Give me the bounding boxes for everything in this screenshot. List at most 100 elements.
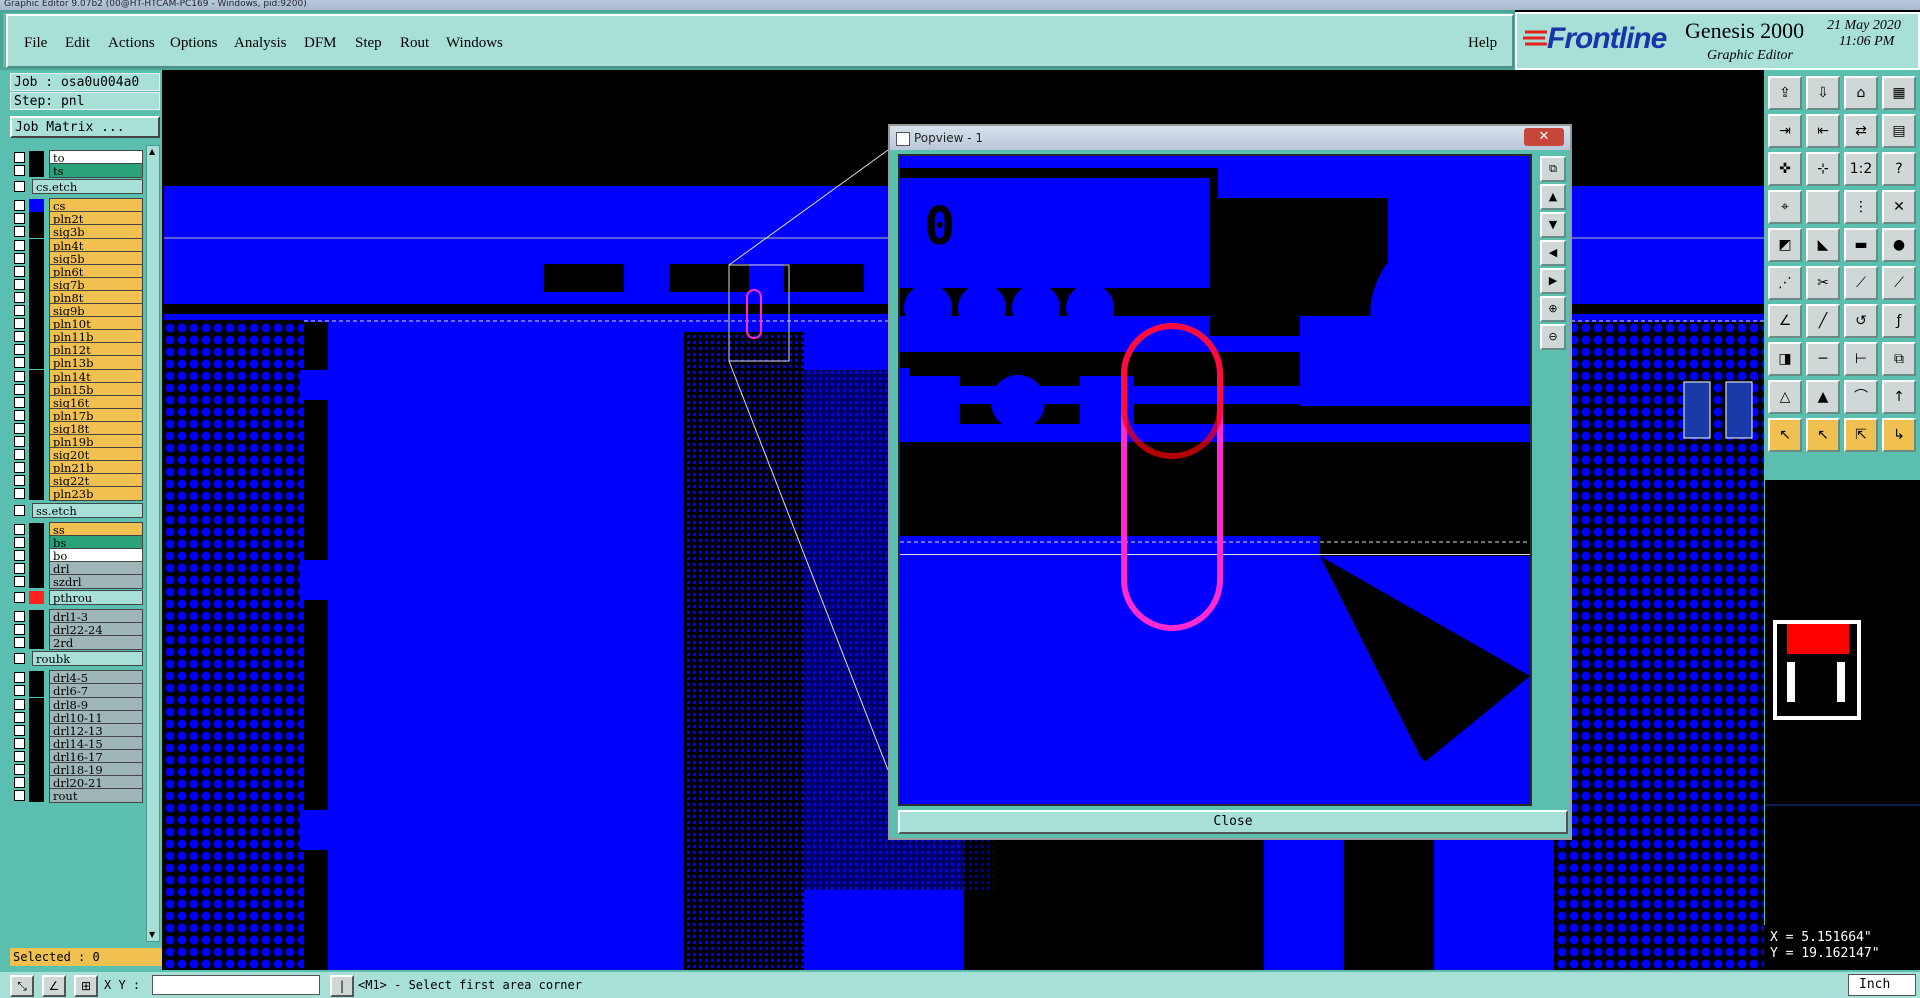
layer-color-swatch[interactable]	[29, 474, 44, 488]
zoom-fit-icon[interactable]: ⧉	[1540, 156, 1566, 182]
select-box-icon[interactable]: ⇱	[1844, 418, 1878, 452]
layer-color-swatch[interactable]	[29, 448, 44, 462]
layer-checkbox[interactable]	[14, 436, 25, 447]
layer-row[interactable]: szdrl	[12, 573, 146, 589]
zoom-home-icon[interactable]: ✜	[1768, 152, 1802, 186]
layer-color-swatch[interactable]	[29, 164, 44, 178]
layer-checkbox[interactable]	[14, 422, 25, 434]
xy-input[interactable]	[152, 975, 320, 995]
layer-color-swatch[interactable]	[29, 561, 44, 575]
layer-checkbox[interactable]	[14, 331, 25, 343]
connect-icon[interactable]: ⟋	[1844, 266, 1878, 300]
layer-checkbox[interactable]	[14, 383, 25, 395]
layer-row[interactable]: pln23b	[12, 486, 146, 502]
layer-name[interactable]: roubk	[32, 651, 143, 667]
layer-name[interactable]: pthrou	[49, 590, 143, 605]
scale-icon[interactable]: 1:2	[1844, 152, 1878, 186]
layer-checkbox[interactable]	[14, 653, 25, 665]
layer-color-swatch[interactable]	[29, 749, 44, 763]
layer-row[interactable]: roubk	[12, 651, 146, 667]
menu-analysis[interactable]: Analysis	[234, 35, 287, 52]
arc-icon[interactable]: ⌒	[1844, 380, 1878, 414]
close-icon[interactable]: ✕	[1524, 128, 1564, 146]
layer-color-swatch[interactable]	[29, 251, 44, 265]
layer-checkbox[interactable]	[14, 777, 25, 789]
cut-icon[interactable]: ✂	[1806, 266, 1840, 300]
layer-color-swatch[interactable]	[29, 317, 44, 331]
layer-checkbox[interactable]	[14, 685, 25, 697]
layer-color-swatch[interactable]	[29, 408, 44, 422]
layer-checkbox[interactable]	[14, 549, 25, 561]
move-in-icon[interactable]: ⇥	[1768, 114, 1802, 148]
cursor-mode-icon[interactable]: |	[330, 975, 354, 997]
layer-checkbox[interactable]	[14, 213, 25, 225]
layer-color-swatch[interactable]	[29, 304, 44, 317]
layer-checkbox[interactable]	[14, 575, 25, 587]
layer-checkbox[interactable]	[14, 711, 25, 723]
menu-help[interactable]: Help	[1468, 35, 1497, 52]
layer-color-swatch[interactable]	[29, 421, 44, 435]
layer-checkbox[interactable]	[14, 265, 25, 277]
snap-pointer-icon[interactable]: ↳	[1882, 418, 1916, 452]
popview-canvas[interactable]: 0	[898, 154, 1532, 806]
layer-checkbox[interactable]	[14, 181, 25, 193]
layer-checkbox[interactable]	[14, 396, 25, 408]
shape-add-icon[interactable]: ◨	[1768, 342, 1802, 376]
layer-checkbox[interactable]	[14, 504, 25, 516]
pan-left-icon[interactable]: ◀	[1540, 240, 1566, 266]
layer-color-swatch[interactable]	[29, 548, 44, 562]
layer-checkbox[interactable]	[14, 790, 25, 802]
layer-row[interactable]: pthrou	[12, 590, 146, 605]
exchange-icon[interactable]: ⇄	[1844, 114, 1878, 148]
zoom-out-icon[interactable]: ⊖	[1540, 324, 1566, 350]
layer-color-swatch[interactable]	[29, 591, 44, 604]
layer-checkbox[interactable]	[14, 672, 25, 684]
layer-color-swatch[interactable]	[29, 212, 44, 226]
layer-checkbox[interactable]	[14, 462, 25, 474]
network-icon[interactable]: ⋮	[1844, 190, 1878, 224]
layer-name[interactable]: rout	[49, 788, 143, 804]
layer-checkbox[interactable]	[14, 165, 25, 177]
layer-checkbox[interactable]	[14, 252, 25, 264]
layer-name[interactable]: ts	[49, 163, 143, 179]
layer-color-swatch[interactable]	[29, 199, 44, 213]
triangle-icon[interactable]: △	[1768, 380, 1802, 414]
layer-checkbox[interactable]	[14, 449, 25, 461]
layer-checkbox[interactable]	[14, 278, 25, 290]
popview-titlebar[interactable]: Popview - 1 ✕	[890, 126, 1570, 150]
units-selector[interactable]: Inch	[1848, 974, 1916, 996]
node-icon[interactable]: ⋰	[1768, 266, 1802, 300]
layer-checkbox[interactable]	[14, 200, 25, 212]
zoom-center-icon[interactable]: ⊹	[1806, 152, 1840, 186]
layer-name[interactable]: szdrl	[49, 573, 143, 589]
layout-icon[interactable]: ▤	[1882, 114, 1916, 148]
layer-color-swatch[interactable]	[29, 723, 44, 737]
layer-checkbox[interactable]	[14, 488, 25, 500]
layer-checkbox[interactable]	[14, 152, 25, 163]
job-matrix-button[interactable]: Job Matrix ...	[10, 116, 160, 138]
curve-icon[interactable]: ↺	[1844, 304, 1878, 338]
layer-checkbox[interactable]	[14, 239, 25, 251]
layer-checkbox[interactable]	[14, 475, 25, 487]
copy-icon[interactable]: ⧉	[1882, 342, 1916, 376]
layer-color-swatch[interactable]	[29, 636, 44, 650]
layer-checkbox[interactable]	[14, 637, 25, 649]
layer-checkbox[interactable]	[14, 318, 25, 330]
pan-up-icon[interactable]: ▲	[1540, 184, 1566, 210]
layer-checkbox[interactable]	[14, 226, 25, 238]
layer-color-swatch[interactable]	[29, 238, 44, 252]
layer-color-swatch[interactable]	[29, 789, 44, 803]
layer-color-swatch[interactable]	[29, 623, 44, 637]
layer-checkbox[interactable]	[14, 624, 25, 636]
layer-color-swatch[interactable]	[29, 277, 44, 291]
menu-windows[interactable]: Windows	[446, 35, 503, 52]
menu-step[interactable]: Step	[355, 35, 382, 52]
layer-color-swatch[interactable]	[29, 535, 44, 549]
overview-map[interactable]	[1764, 480, 1920, 925]
layer-checkbox[interactable]	[14, 611, 25, 622]
menu-edit[interactable]: Edit	[65, 35, 90, 52]
menu-rout[interactable]: Rout	[400, 35, 429, 52]
layer-row[interactable]: ss.etch	[12, 502, 146, 518]
layer-color-swatch[interactable]	[29, 369, 44, 383]
layer-checkbox[interactable]	[14, 536, 25, 548]
